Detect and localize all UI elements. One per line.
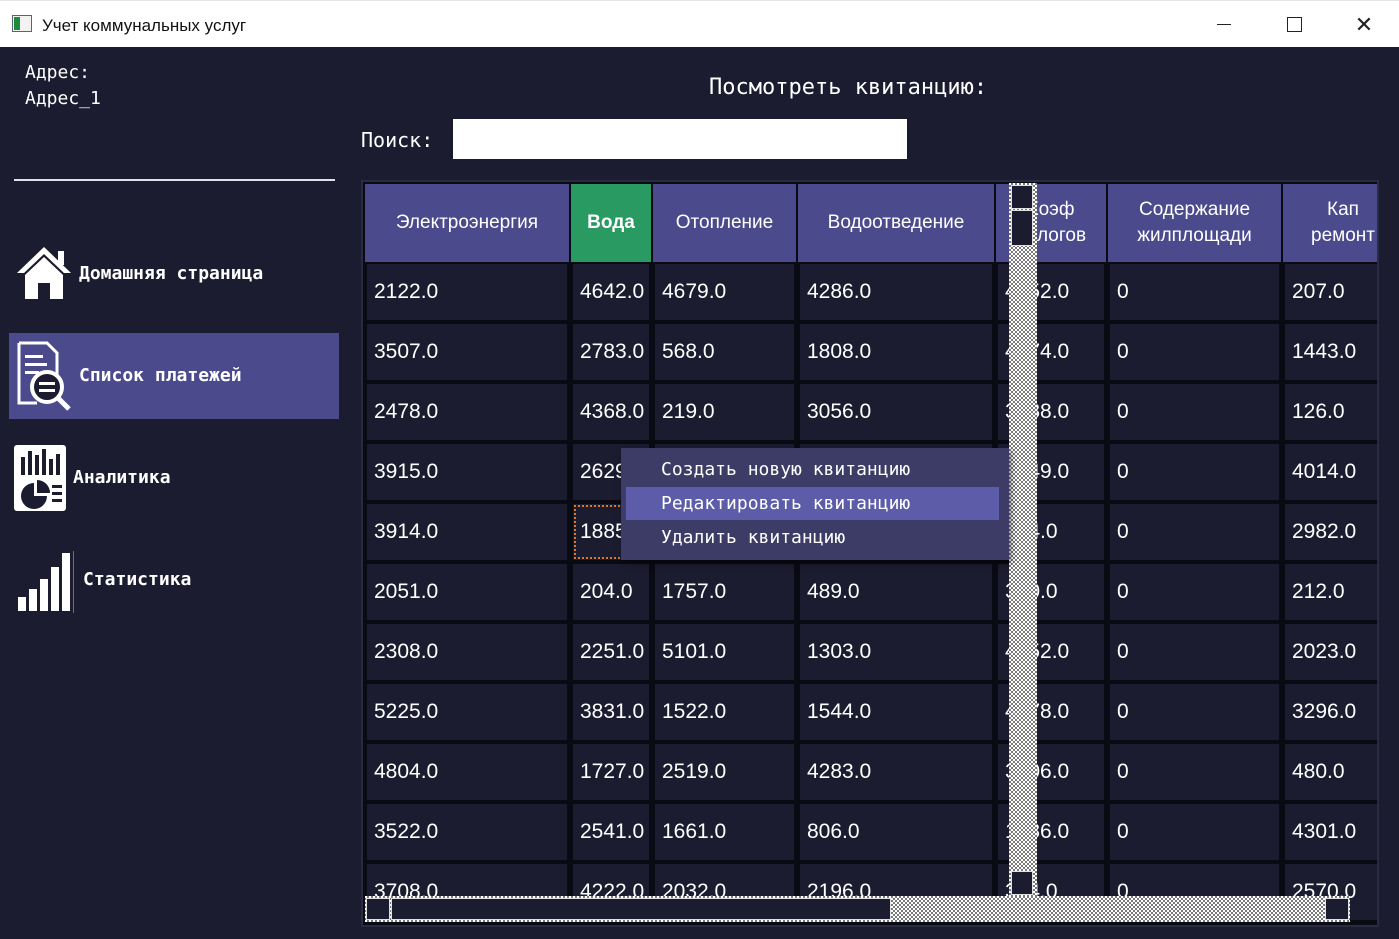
vertical-scroll-thumb[interactable] <box>1011 210 1033 246</box>
table-cell[interactable]: 3914.0 <box>367 504 567 560</box>
table-cell[interactable]: 2023.0 <box>1285 624 1377 680</box>
table-cell[interactable]: 4368.0 <box>573 384 649 440</box>
vertical-scrollbar[interactable] <box>1009 183 1037 900</box>
search-label: Поиск: <box>361 128 434 152</box>
close-icon: ✕ <box>1354 11 1374 37</box>
table-cell[interactable]: 212.0 <box>1285 564 1377 620</box>
menu-item-create-receipt[interactable]: Создать новую квитанцию <box>626 453 999 486</box>
table-cell[interactable]: 207.0 <box>1285 264 1377 320</box>
table-cell[interactable]: 1808.0 <box>800 324 992 380</box>
column-header[interactable]: Содержание жилплощади <box>1108 184 1281 262</box>
table-cell[interactable]: 204.0 <box>573 564 649 620</box>
table-cell[interactable]: 806.0 <box>800 804 992 860</box>
close-button[interactable]: ✕ <box>1329 1 1399 48</box>
title-bar: Учет коммунальных услуг ✕ <box>0 0 1399 47</box>
table-cell[interactable]: 3507.0 <box>367 324 567 380</box>
sidebar-item-analytics[interactable]: Аналитика <box>9 435 339 521</box>
scroll-up-button[interactable] <box>1011 185 1033 209</box>
sidebar-item-label: Список платежей <box>79 365 242 386</box>
table-cell[interactable]: 2541.0 <box>573 804 649 860</box>
sidebar-item-home[interactable]: Домашняя страница <box>9 231 339 317</box>
horizontal-scrollbar[interactable] <box>365 896 1350 922</box>
column-header[interactable]: Вода <box>571 184 651 262</box>
sidebar-divider <box>14 179 335 181</box>
table-cell[interactable]: 4642.0 <box>573 264 649 320</box>
table-cell[interactable]: 568.0 <box>655 324 794 380</box>
table-cell[interactable]: 0 <box>1110 504 1279 560</box>
table-cell[interactable]: 0 <box>1110 264 1279 320</box>
column-header[interactable]: Водоотведение <box>798 184 994 262</box>
table-cell[interactable]: 5225.0 <box>367 684 567 740</box>
table-cell[interactable]: 4014.0 <box>1285 444 1377 500</box>
table-cell[interactable]: 219.0 <box>655 384 794 440</box>
column-header[interactable]: Электроэнергия <box>365 184 569 262</box>
maximize-button[interactable] <box>1259 1 1329 48</box>
analytics-icon <box>14 445 66 511</box>
scroll-right-button[interactable] <box>1325 898 1349 920</box>
table-cell[interactable]: 4679.0 <box>655 264 794 320</box>
table-cell[interactable]: 4286.0 <box>800 264 992 320</box>
table-cell[interactable]: 1522.0 <box>655 684 794 740</box>
table-cell[interactable]: 126.0 <box>1285 384 1377 440</box>
sidebar: Адрес: Адрес_1 Домашняя страница Список … <box>0 47 341 939</box>
table-cell[interactable]: 2982.0 <box>1285 504 1377 560</box>
column-header[interactable]: Отопление <box>653 184 796 262</box>
table-cell[interactable]: 3056.0 <box>800 384 992 440</box>
table-cell[interactable]: 0 <box>1110 444 1279 500</box>
table-cell[interactable]: 0 <box>1110 804 1279 860</box>
sidebar-item-label: Домашняя страница <box>79 263 264 284</box>
table-cell[interactable]: 1443.0 <box>1285 324 1377 380</box>
table-cell[interactable]: 2251.0 <box>573 624 649 680</box>
table-cell[interactable]: 2051.0 <box>367 564 567 620</box>
horizontal-scroll-thumb[interactable] <box>391 898 891 920</box>
payments-list-icon <box>17 341 71 411</box>
home-icon <box>17 247 71 299</box>
address-label: Адрес: <box>25 62 91 83</box>
statistics-icon <box>18 551 74 613</box>
table-cell[interactable]: 0 <box>1110 384 1279 440</box>
table-cell[interactable]: 3915.0 <box>367 444 567 500</box>
table-cell[interactable]: 4283.0 <box>800 744 992 800</box>
table-cell[interactable]: 2478.0 <box>367 384 567 440</box>
menu-item-delete-receipt[interactable]: Удалить квитанцию <box>626 521 999 554</box>
table-cell[interactable]: 3522.0 <box>367 804 567 860</box>
sidebar-item-payments[interactable]: Список платежей <box>9 333 339 419</box>
scroll-left-button[interactable] <box>366 898 390 920</box>
table-cell[interactable]: 489.0 <box>800 564 992 620</box>
table-cell[interactable]: 0 <box>1110 324 1279 380</box>
table-cell[interactable]: 1757.0 <box>655 564 794 620</box>
table-cell[interactable]: 1303.0 <box>800 624 992 680</box>
table-cell[interactable]: 1727.0 <box>573 744 649 800</box>
table-cell[interactable]: 5101.0 <box>655 624 794 680</box>
table-cell[interactable]: 480.0 <box>1285 744 1377 800</box>
context-menu: Создать новую квитанцию Редактировать кв… <box>621 448 1009 560</box>
table-cell[interactable]: 3296.0 <box>1285 684 1377 740</box>
sidebar-item-label: Статистика <box>83 569 192 590</box>
app-icon <box>12 15 32 32</box>
scroll-down-button[interactable] <box>1011 871 1033 895</box>
column-header[interactable]: Кап ремонт <box>1283 184 1377 262</box>
table-cell[interactable]: 2519.0 <box>655 744 794 800</box>
table-cell[interactable]: 2783.0 <box>573 324 649 380</box>
table-cell[interactable]: 2308.0 <box>367 624 567 680</box>
search-input[interactable] <box>453 119 907 159</box>
table-cell[interactable]: 0 <box>1110 624 1279 680</box>
window-title: Учет коммунальных услуг <box>42 16 247 35</box>
table-cell[interactable]: 2122.0 <box>367 264 567 320</box>
table-cell[interactable]: 4301.0 <box>1285 804 1377 860</box>
menu-item-edit-receipt[interactable]: Редактировать квитанцию <box>626 487 999 520</box>
sidebar-item-label: Аналитика <box>73 467 171 488</box>
table-cell[interactable]: 0 <box>1110 744 1279 800</box>
table-cell[interactable]: 0 <box>1110 564 1279 620</box>
table-cell[interactable]: 1544.0 <box>800 684 992 740</box>
address-value: Адрес_1 <box>25 88 101 109</box>
minimize-button[interactable] <box>1189 1 1259 48</box>
table-cell[interactable]: 4804.0 <box>367 744 567 800</box>
page-title: Посмотреть квитанцию: <box>709 75 988 100</box>
table-cell[interactable]: 3831.0 <box>573 684 649 740</box>
table-cell[interactable]: 1661.0 <box>655 804 794 860</box>
sidebar-item-statistics[interactable]: Статистика <box>9 537 339 623</box>
table-cell[interactable]: 0 <box>1110 684 1279 740</box>
